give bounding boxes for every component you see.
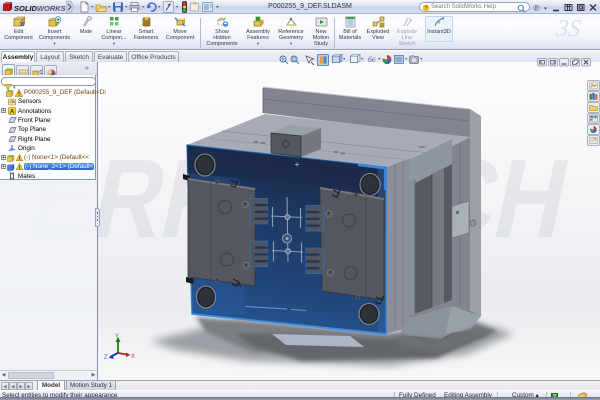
svg-text:?: ?: [424, 6, 428, 12]
svg-text:66: 66: [368, 55, 376, 64]
svg-text:℗: ℗: [533, 3, 540, 13]
svg-text:X: X: [131, 354, 135, 360]
svg-text:A: A: [10, 108, 15, 115]
svg-text:Z: Z: [104, 355, 108, 361]
svg-text:Y: Y: [115, 334, 119, 340]
